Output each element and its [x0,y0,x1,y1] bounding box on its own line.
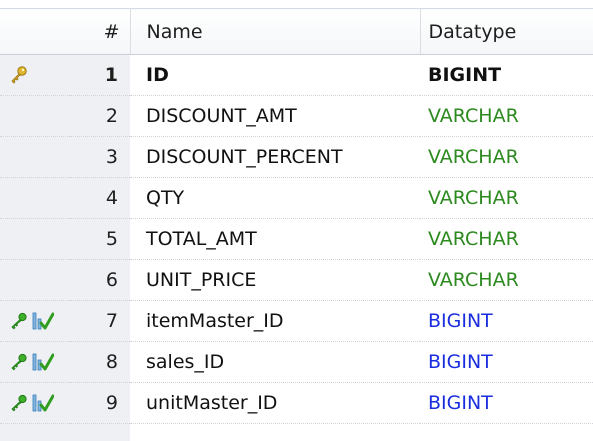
table-row[interactable]: 4 QTY VARCHAR [0,177,593,219]
header-number[interactable]: # [70,8,131,55]
row-datatype[interactable]: VARCHAR [420,177,593,219]
row-name[interactable]: sales_ID [130,341,420,383]
row-icons [0,95,70,137]
index-icon [32,352,54,372]
row-datatype[interactable]: BIGINT [420,300,593,342]
row-name[interactable]: DISCOUNT_PERCENT [130,136,420,178]
row-datatype[interactable]: VARCHAR [420,259,593,301]
index-icon [32,311,54,331]
row-name[interactable]: UNIT_PRICE [130,259,420,301]
table-row[interactable]: 1 ID BIGINT [0,54,593,96]
table-row[interactable]: 2 DISCOUNT_AMT VARCHAR [0,95,593,137]
row-number: 2 [70,95,130,137]
row-number: 7 [70,300,130,342]
row-name[interactable]: TOTAL_AMT [130,218,420,260]
table-row[interactable]: 6 UNIT_PRICE VARCHAR [0,259,593,301]
row-datatype[interactable]: BIGINT [420,382,593,424]
header-datatype[interactable]: Datatype [420,8,593,55]
row-number: 5 [70,218,130,260]
row-datatype[interactable]: BIGINT [420,341,593,383]
row-datatype[interactable]: VARCHAR [420,95,593,137]
row-name[interactable]: itemMaster_ID [130,300,420,342]
foreign-key-icon [8,353,28,371]
foreign-key-icon [8,312,28,330]
header-icons [0,8,70,55]
table-row[interactable]: 5 TOTAL_AMT VARCHAR [0,218,593,260]
row-icons [0,382,70,424]
row-icons [0,218,70,260]
primary-key-icon [8,65,28,85]
row-icons [0,259,70,301]
row-number: 3 [70,136,130,178]
table-row[interactable]: 9 unitMaster_ID BIGINT [0,382,593,424]
row-name[interactable]: DISCOUNT_AMT [130,95,420,137]
row-number: 1 [70,54,130,96]
row-datatype[interactable]: VARCHAR [420,218,593,260]
foreign-key-icon [8,394,28,412]
columns-table: # Name Datatype 1 ID BIGINT 2 DISCOUNT_A… [0,8,593,424]
table-row[interactable]: 8 sales_ID BIGINT [0,341,593,383]
row-icons [0,54,70,96]
row-icons [0,341,70,383]
row-icons [0,136,70,178]
row-number: 8 [70,341,130,383]
index-icon [32,393,54,413]
row-icons [0,300,70,342]
row-number: 6 [70,259,130,301]
row-icons [0,177,70,219]
row-datatype[interactable]: VARCHAR [420,136,593,178]
header-row: # Name Datatype [0,8,593,55]
table-row[interactable]: 3 DISCOUNT_PERCENT VARCHAR [0,136,593,178]
row-name[interactable]: unitMaster_ID [130,382,420,424]
table-row[interactable]: 7 itemMaster_ID BIGINT [0,300,593,342]
header-name[interactable]: Name [130,8,421,55]
columns-grid: # Name Datatype 1 ID BIGINT 2 DISCOUNT_A… [0,0,593,441]
row-datatype[interactable]: BIGINT [420,54,593,96]
row-number: 4 [70,177,130,219]
row-number: 9 [70,382,130,424]
row-name[interactable]: QTY [130,177,420,219]
row-name[interactable]: ID [130,54,420,96]
